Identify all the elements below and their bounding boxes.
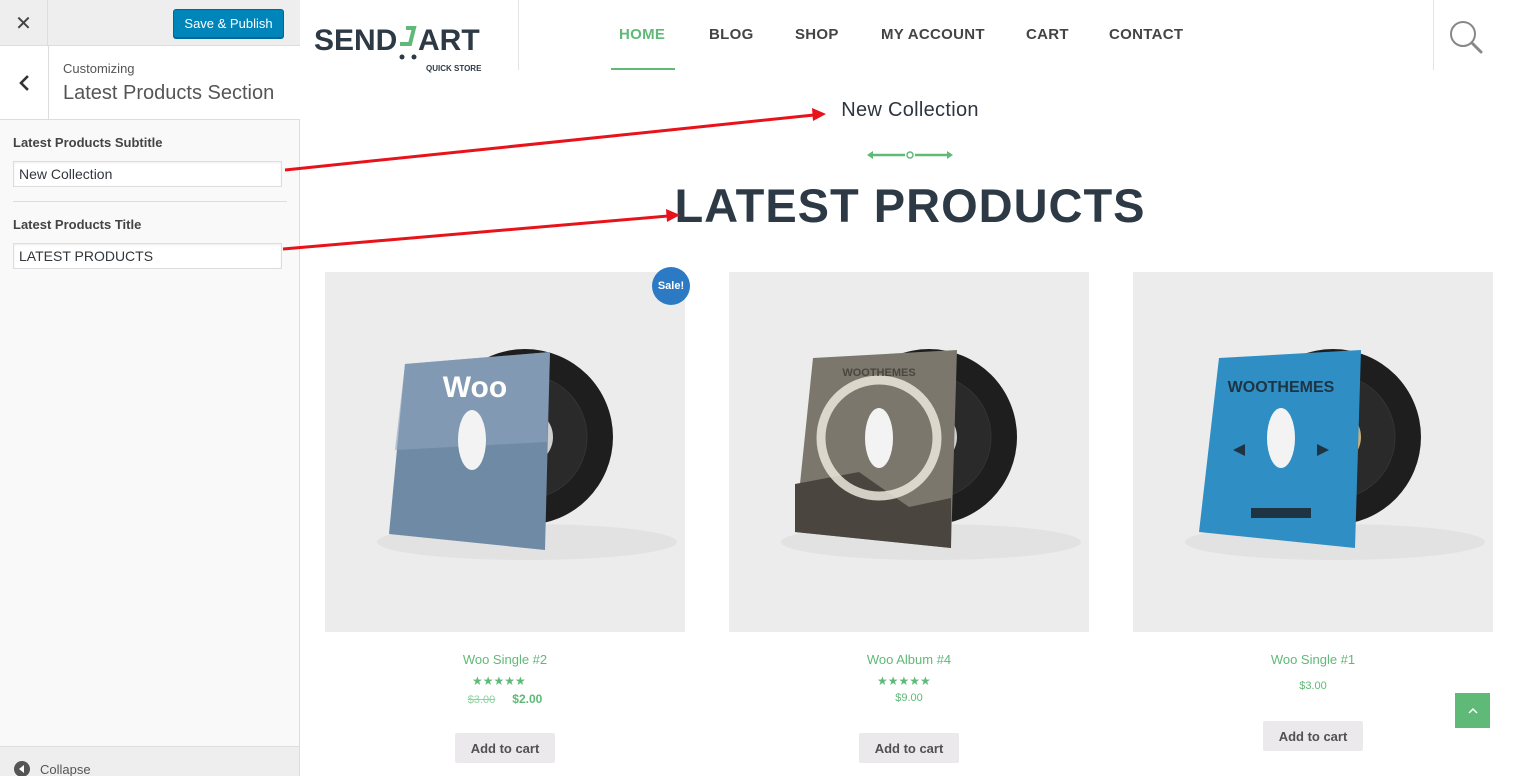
section-header: Customizing Latest Products Section [0,46,300,120]
customizer-panel: ✕ Save & Publish Customizing Latest Prod… [0,0,300,776]
save-publish-button[interactable]: Save & Publish [173,9,284,38]
price: $9.00 [729,692,1089,704]
app-root: ✕ Save & Publish Customizing Latest Prod… [0,0,1520,776]
breadcrumb: Customizing [63,61,135,76]
customizer-header: ✕ Save & Publish [0,0,300,46]
nav-my-account[interactable]: MY ACCOUNT [881,26,985,43]
subtitle-label: Latest Products Subtitle [13,135,163,150]
subtitle-input[interactable] [13,161,282,187]
nav-home[interactable]: HOME [619,26,665,43]
collapse-label: Collapse [40,762,91,776]
star-rating: ★★★★★ [472,674,526,688]
product-name[interactable]: Woo Album #4 [729,652,1089,667]
add-to-cart-button[interactable]: Add to cart [455,733,555,763]
title-label: Latest Products Title [13,217,142,232]
add-to-cart-button[interactable]: Add to cart [859,733,959,763]
cover-text: Woo [443,371,507,404]
back-button[interactable] [0,46,49,119]
price: $3.00 $2.00 [325,692,685,706]
section-title: Latest Products Section [63,82,275,104]
sale-price: $2.00 [512,692,543,706]
site-logo[interactable]: SEND ART QUICK STORE [314,22,490,74]
sale-badge: Sale! [652,267,690,305]
active-nav-underline [611,68,675,70]
old-price: $3.00 [467,694,496,706]
nav-shop[interactable]: SHOP [795,26,839,43]
logo-mark: SEND ART QUICK STORE [314,24,482,73]
section-title-heading: LATEST PRODUCTS [674,179,1146,232]
logo-brand-right: ART [418,24,480,57]
scroll-to-top-button[interactable] [1455,693,1490,728]
product-image[interactable]: WOOTHEMES [1133,272,1493,632]
nav-divider [518,0,519,70]
chevron-left-icon [19,74,29,91]
nav-contact[interactable]: CONTACT [1109,26,1183,43]
cover-text: WOOTHEMES [842,367,915,379]
nav-cart[interactable]: CART [1026,26,1069,43]
search-icon[interactable] [1448,20,1484,56]
section-divider-icon [867,151,953,159]
title-input[interactable] [13,243,282,269]
product-name[interactable]: Woo Single #2 [325,652,685,667]
logo-brand-left: SEND [314,24,397,57]
product-image[interactable]: Woo [325,272,685,632]
logo-tagline: QUICK STORE [426,64,482,73]
star-rating: ★★★★★ [877,674,931,688]
product-price: $3.00 [1299,680,1327,692]
nav-blog[interactable]: BLOG [709,26,754,43]
section-subtitle: New Collection [841,99,979,121]
add-to-cart-button[interactable]: Add to cart [1263,721,1363,751]
close-icon: ✕ [15,10,32,35]
nav-divider [1433,0,1434,70]
divider [13,201,287,202]
product-image[interactable]: WOOTHEMES [729,272,1089,632]
collapse-button[interactable]: Collapse [0,746,299,776]
collapse-arrow-icon [14,761,30,776]
product-price: $9.00 [895,692,923,704]
chevron-up-icon [1467,707,1478,714]
close-customizer-button[interactable]: ✕ [0,0,48,45]
site-preview: SEND ART QUICK STORE HOME BLOG SHOP MY A… [300,0,1520,776]
product-name[interactable]: Woo Single #1 [1133,652,1493,667]
cover-text: WOOTHEMES [1228,379,1335,396]
